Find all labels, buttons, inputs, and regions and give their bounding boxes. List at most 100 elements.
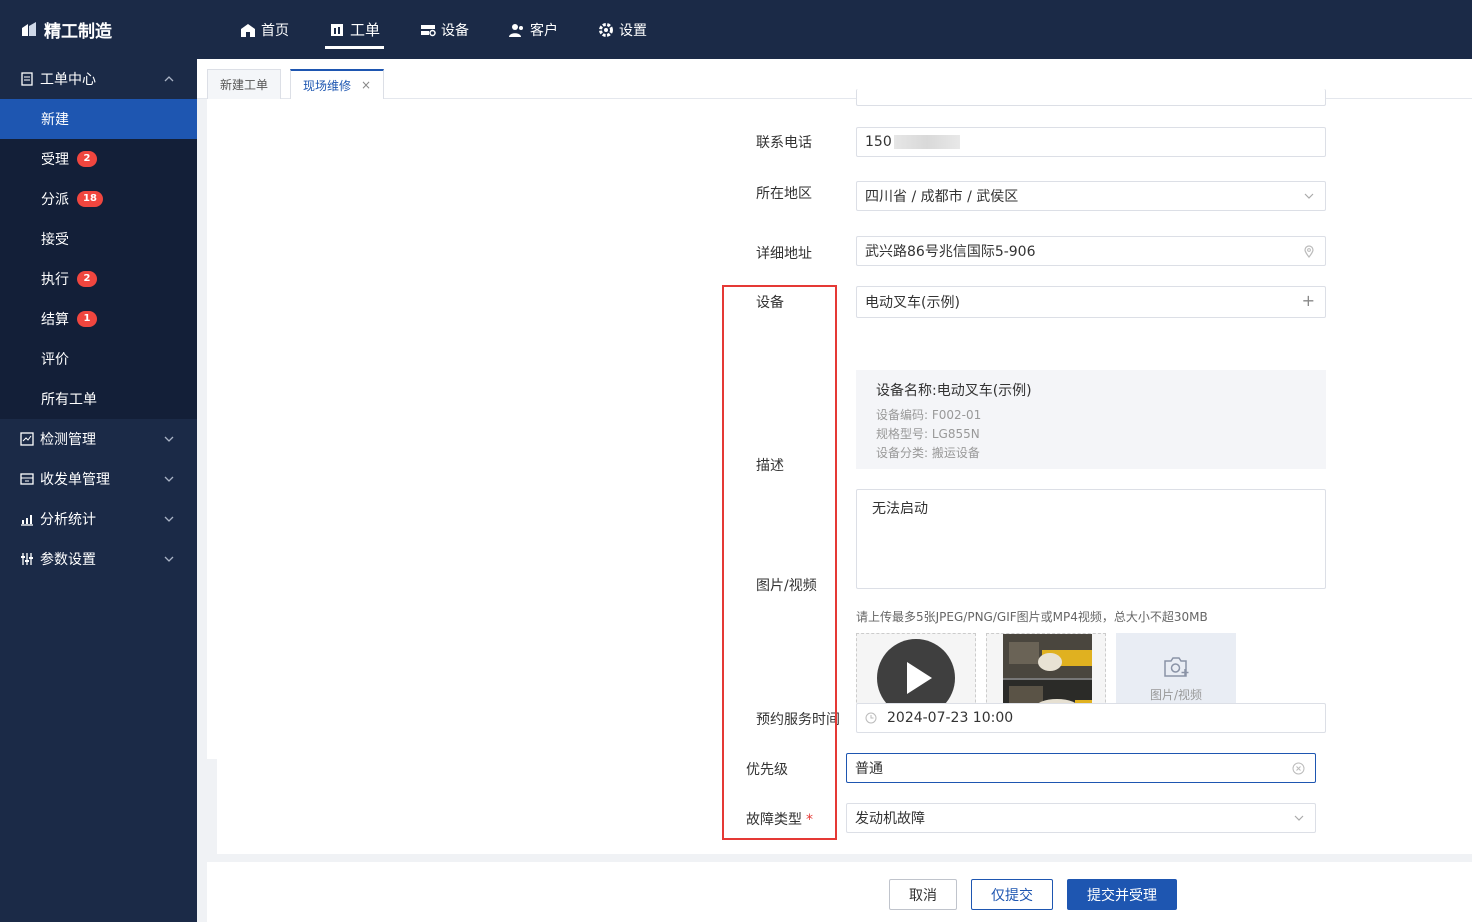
phone-label: 联系电话 bbox=[756, 135, 812, 151]
sidebar-item-label: 接受 bbox=[41, 232, 69, 248]
sidebar-item-label: 评价 bbox=[41, 352, 69, 368]
media-label: 图片/视频 bbox=[756, 578, 817, 594]
device-info-card: 设备名称:电动叉车(示例) 设备编码: F002-01 规格型号: LG855N… bbox=[856, 370, 1326, 469]
cancel-button[interactable]: 取消 bbox=[889, 879, 957, 910]
chevron-down-icon bbox=[164, 436, 174, 442]
sidebar-item-label: 所有工单 bbox=[41, 392, 97, 408]
tab-onsite-repair[interactable]: 现场维修 × bbox=[290, 69, 385, 99]
workorder-icon bbox=[331, 23, 343, 36]
chevron-down-icon bbox=[164, 516, 174, 522]
sidebar-item-accept[interactable]: 受理 2 bbox=[0, 139, 197, 179]
location-pin-icon[interactable] bbox=[1303, 245, 1315, 258]
region-value: 四川省 / 成都市 / 武侯区 bbox=[865, 189, 1019, 205]
fault-type-select[interactable]: 发动机故障 bbox=[846, 803, 1316, 833]
priority-label: 优先级 bbox=[746, 762, 788, 778]
sidebar-group-shipping[interactable]: 收发单管理 bbox=[0, 459, 197, 499]
device-select[interactable]: 电动叉车(示例) + bbox=[856, 286, 1326, 318]
nav-device[interactable]: 设备 bbox=[420, 0, 469, 59]
sidebar-group-label: 分析统计 bbox=[40, 512, 96, 528]
logo-icon bbox=[22, 22, 36, 36]
fault-type-label-text: 故障类型 bbox=[746, 812, 802, 828]
chevron-down-icon bbox=[1304, 193, 1314, 199]
sidebar-group-params[interactable]: 参数设置 bbox=[0, 539, 197, 579]
sidebar-item-receive[interactable]: 接受 bbox=[0, 219, 197, 259]
address-label: 详细地址 bbox=[756, 246, 812, 262]
device-model: 规格型号: LG855N bbox=[876, 427, 980, 441]
address-value: 武兴路86号兆信国际5-906 bbox=[865, 244, 1036, 260]
nav-workorder[interactable]: 工单 bbox=[324, 0, 385, 59]
customer-icon bbox=[509, 23, 524, 37]
sidebar-item-settle[interactable]: 结算 1 bbox=[0, 299, 197, 339]
submit-only-button[interactable]: 仅提交 bbox=[971, 879, 1053, 910]
home-icon bbox=[241, 23, 255, 37]
chevron-down-icon bbox=[164, 476, 174, 482]
sidebar: 工单中心 新建 受理 2 分派 18 接受 执行 2 结算 1 评价 所有工单 检测管理… bbox=[0, 59, 197, 922]
sidebar-group-label: 检测管理 bbox=[40, 432, 96, 448]
description-label: 描述 bbox=[756, 458, 784, 474]
sidebar-item-label: 受理 bbox=[41, 152, 69, 168]
tab-new-workorder[interactable]: 新建工单 bbox=[207, 69, 282, 99]
chevron-down-icon bbox=[164, 556, 174, 562]
sidebar-group-label: 参数设置 bbox=[40, 552, 96, 568]
device-category: 设备分类: 搬运设备 bbox=[876, 446, 980, 460]
region-select[interactable]: 四川省 / 成都市 / 武侯区 bbox=[856, 181, 1326, 211]
upload-label: 图片/视频 bbox=[1149, 687, 1203, 702]
submit-and-accept-button[interactable]: 提交并受理 bbox=[1067, 879, 1177, 910]
main-content: 新建工单 现场维修 × 联系电话 150 所在地区 四川省 / 成都市 / 武侯… bbox=[197, 59, 1472, 922]
nav-home[interactable]: 首页 bbox=[240, 0, 289, 59]
appointment-datetime-input[interactable]: 2024-07-23 10:00 bbox=[856, 703, 1326, 733]
clock-icon bbox=[865, 712, 877, 724]
clear-icon[interactable] bbox=[1292, 762, 1305, 775]
device-value: 电动叉车(示例) bbox=[865, 295, 960, 311]
nav-device-label: 设备 bbox=[441, 22, 470, 39]
phone-input[interactable]: 150 bbox=[856, 127, 1326, 157]
description-value: 无法启动 bbox=[872, 501, 928, 517]
nav-workorder-label: 工单 bbox=[350, 21, 381, 39]
shipping-icon bbox=[20, 473, 34, 485]
sidebar-item-evaluate[interactable]: 评价 bbox=[0, 339, 197, 379]
sidebar-item-label: 执行 bbox=[41, 272, 69, 288]
chevron-down-icon bbox=[1294, 815, 1304, 821]
sidebar-item-label: 新建 bbox=[41, 112, 69, 128]
count-badge: 18 bbox=[77, 191, 103, 207]
nav-home-label: 首页 bbox=[261, 22, 289, 39]
count-badge: 2 bbox=[77, 271, 97, 287]
nav-customer[interactable]: 客户 bbox=[509, 0, 558, 59]
app-brand[interactable]: 精工制造 bbox=[20, 17, 112, 42]
device-code: 设备编码: F002-01 bbox=[876, 408, 982, 422]
description-textarea[interactable]: 无法启动 bbox=[856, 489, 1326, 589]
form-panel: 联系电话 150 所在地区 四川省 / 成都市 / 武侯区 详细地址 武兴路86… bbox=[207, 89, 1472, 759]
sidebar-item-new[interactable]: 新建 bbox=[0, 99, 197, 139]
nav-customer-label: 客户 bbox=[530, 22, 559, 39]
sidebar-item-execute[interactable]: 执行 2 bbox=[0, 259, 197, 299]
device-icon bbox=[421, 24, 436, 36]
count-badge: 2 bbox=[77, 151, 97, 167]
add-device-icon[interactable]: + bbox=[1302, 291, 1315, 310]
sidebar-group-inspection[interactable]: 检测管理 bbox=[0, 419, 197, 459]
sidebar-item-dispatch[interactable]: 分派 18 bbox=[0, 179, 197, 219]
device-label: 设备 bbox=[756, 295, 784, 311]
sidebar-group-label: 收发单管理 bbox=[40, 472, 110, 488]
sidebar-item-label: 分派 bbox=[41, 192, 69, 208]
gear-icon bbox=[599, 22, 614, 37]
redacted-digits bbox=[893, 135, 960, 149]
appointment-value: 2024-07-23 10:00 bbox=[887, 710, 1014, 726]
device-name: 设备名称:电动叉车(示例) bbox=[876, 383, 1032, 399]
sidebar-group-workorder[interactable]: 工单中心 bbox=[0, 59, 197, 99]
contact-field-partial[interactable] bbox=[856, 89, 1326, 106]
document-icon bbox=[21, 72, 33, 86]
count-badge: 1 bbox=[77, 311, 97, 327]
appointment-label: 预约服务时间 bbox=[756, 712, 840, 728]
close-icon[interactable]: × bbox=[361, 78, 371, 92]
region-label: 所在地区 bbox=[756, 186, 812, 202]
priority-select[interactable]: 普通 bbox=[846, 753, 1316, 783]
address-input[interactable]: 武兴路86号兆信国际5-906 bbox=[856, 236, 1326, 266]
inspection-icon bbox=[20, 432, 34, 446]
nav-settings[interactable]: 设置 bbox=[598, 0, 647, 59]
sidebar-group-analytics[interactable]: 分析统计 bbox=[0, 499, 197, 539]
sidebar-group-workorder-label: 工单中心 bbox=[40, 72, 96, 88]
sidebar-item-all-orders[interactable]: 所有工单 bbox=[0, 379, 197, 419]
priority-value: 普通 bbox=[855, 761, 883, 777]
top-navbar: 精工制造 首页 工单 设备 客户 设置 bbox=[0, 0, 1472, 59]
analytics-icon bbox=[21, 515, 33, 526]
